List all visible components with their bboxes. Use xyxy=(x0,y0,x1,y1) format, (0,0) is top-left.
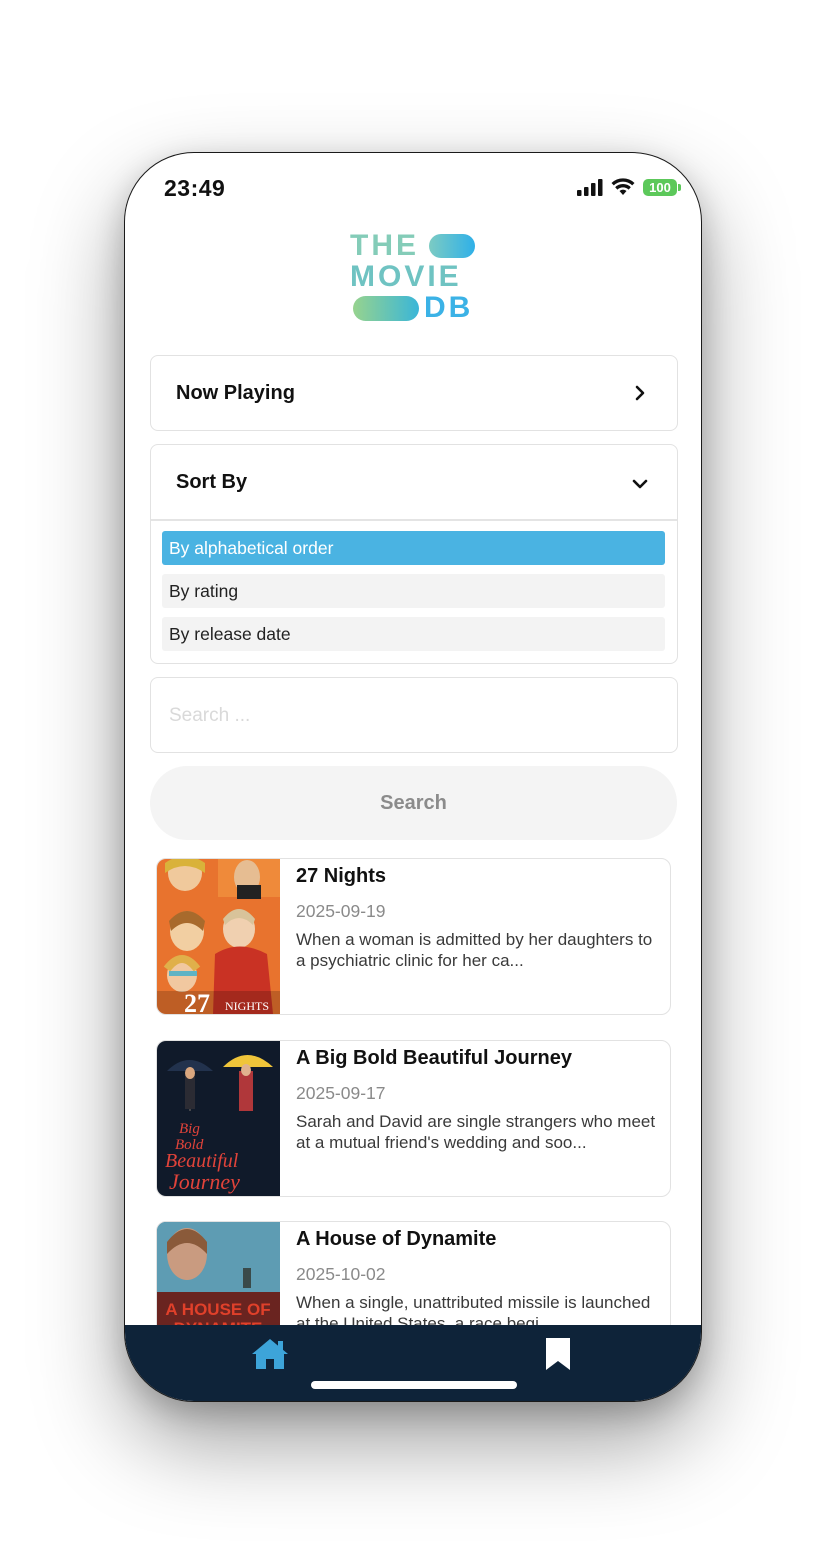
sort-option-alphabetical[interactable]: By alphabetical order xyxy=(162,531,665,565)
movie-card[interactable]: 27 NIGHTS 27 Nights 2025-09-19 When a wo… xyxy=(156,858,671,1015)
movie-overview: Sarah and David are single strangers who… xyxy=(296,1112,656,1152)
movie-release-date: 2025-09-19 xyxy=(296,901,386,921)
logo-line-1: THE xyxy=(350,229,419,262)
sort-dropdown-header[interactable]: Sort By xyxy=(151,445,677,519)
movie-overview: When a woman is admitted by her daughter… xyxy=(296,930,653,970)
movie-title: A Big Bold Beautiful Journey xyxy=(296,1047,572,1069)
sort-option-release-date[interactable]: By release date xyxy=(162,617,665,651)
list-selector-label: Now Playing xyxy=(176,382,295,404)
poster-art-big-bold-beautiful-journey: Big Bold Beautiful Journey xyxy=(157,1041,280,1196)
cellular-signal-icon xyxy=(577,179,603,196)
sort-dropdown[interactable]: Sort By By alphabetical order By rating … xyxy=(150,444,678,664)
tab-bar xyxy=(125,1325,701,1401)
poster-art-27-nights: 27 NIGHTS xyxy=(157,859,280,1014)
svg-text:Big: Big xyxy=(179,1121,200,1137)
status-bar: 23:49 100 xyxy=(125,153,701,225)
movie-poster: 27 NIGHTS xyxy=(157,859,280,1014)
sort-option-rating[interactable]: By rating xyxy=(162,574,665,608)
list-selector[interactable]: Now Playing xyxy=(150,355,678,431)
svg-text:Journey: Journey xyxy=(169,1169,240,1194)
logo-pill-bottom xyxy=(353,296,419,321)
home-icon[interactable] xyxy=(250,1337,290,1371)
svg-text:A HOUSE OF: A HOUSE OF xyxy=(165,1300,270,1319)
movie-title: A House of Dynamite xyxy=(296,1228,497,1250)
movie-release-date: 2025-10-02 xyxy=(296,1264,386,1284)
tmdb-logo: THE MOVIE DB xyxy=(350,231,476,325)
search-input[interactable] xyxy=(167,678,661,754)
svg-text:NIGHTS: NIGHTS xyxy=(225,999,269,1013)
movie-card[interactable]: Big Bold Beautiful Journey A Big Bold Be… xyxy=(156,1040,671,1197)
search-field-container xyxy=(150,677,678,754)
battery-icon: 100 xyxy=(643,179,677,196)
status-time: 23:49 xyxy=(164,175,226,201)
chevron-right-icon xyxy=(635,385,645,401)
wifi-icon xyxy=(611,178,635,195)
logo-line-3: DB xyxy=(424,291,474,324)
logo-pill-top xyxy=(429,234,475,258)
search-button[interactable]: Search xyxy=(150,766,677,840)
movie-release-date: 2025-09-17 xyxy=(296,1083,386,1103)
phone-screen: 23:49 100 THE MOVIE DB Now Playing Sort … xyxy=(124,152,702,1402)
home-indicator xyxy=(311,1381,517,1389)
sort-divider xyxy=(151,519,677,521)
bookmark-icon[interactable] xyxy=(545,1337,571,1371)
svg-text:27: 27 xyxy=(184,989,210,1014)
movie-title: 27 Nights xyxy=(296,865,387,887)
battery-nub xyxy=(678,184,681,191)
list-selector-row[interactable]: Now Playing xyxy=(151,356,677,430)
movie-poster: Big Bold Beautiful Journey xyxy=(157,1041,280,1196)
logo-line-2: MOVIE xyxy=(350,260,462,293)
chevron-down-icon xyxy=(632,479,648,489)
sort-dropdown-label: Sort By xyxy=(176,471,248,493)
